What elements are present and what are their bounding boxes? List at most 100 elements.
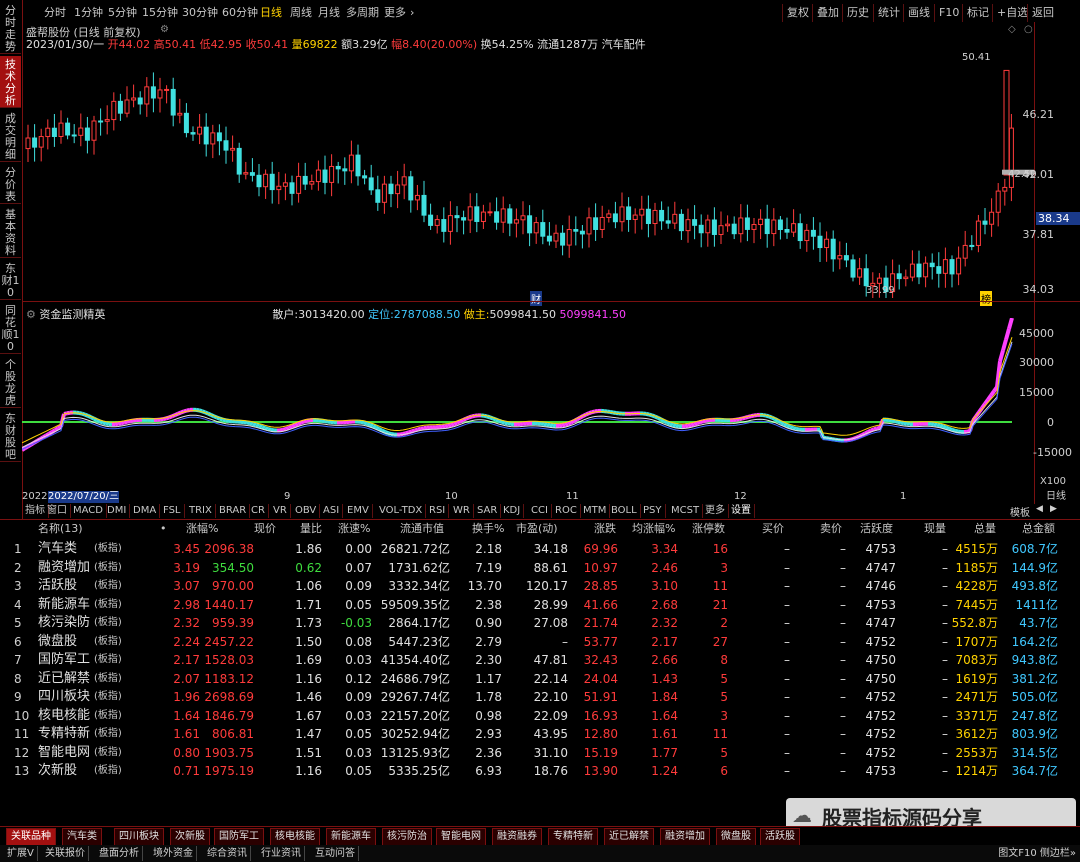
info-tab-1[interactable]: 关联报价: [42, 846, 89, 861]
indicator-tab-13[interactable]: VOL-TDX: [376, 504, 427, 518]
col-change[interactable]: 涨幅%: [186, 520, 218, 538]
table-row[interactable]: 9 四川板块 (板指) 1.96 2698.69 1.46 0.09 29267.74亿 1.7…: [0, 688, 1080, 707]
indicator-tab-21[interactable]: BOLL: [608, 504, 641, 518]
table-row[interactable]: 1 汽车类 (板指) 3.45 2096.38 1.86 0.00 26821.72亿 2.18…: [0, 540, 1080, 559]
info-tab-3[interactable]: 境外资金: [150, 846, 197, 861]
related-tab-14[interactable]: 活跃股: [760, 828, 800, 846]
back-button[interactable]: 返回: [1027, 4, 1058, 22]
table-row[interactable]: 11 专精特新 (板指) 1.61 806.81 1.47 0.05 30252.94亿 2.9…: [0, 725, 1080, 744]
template-button[interactable]: 模板: [1010, 504, 1030, 519]
tab-profile[interactable]: 基本资料: [0, 206, 21, 258]
related-tab-0[interactable]: 关联品种: [6, 828, 56, 846]
indicator-tab-15[interactable]: WR: [450, 504, 474, 518]
related-tab-5[interactable]: 核电核能: [270, 828, 320, 846]
table-row[interactable]: 4 新能源车 (板指) 2.98 1440.17 1.71 0.05 59509.35亿 2.3…: [0, 596, 1080, 615]
indicator-tab-14[interactable]: RSI: [426, 504, 450, 518]
tab-forum[interactable]: 东财股吧: [0, 410, 21, 462]
indicator-tab-18[interactable]: CCI: [528, 504, 552, 518]
f10-button[interactable]: F10: [934, 4, 963, 22]
col-ask[interactable]: 卖价: [820, 520, 842, 538]
col-price[interactable]: 现价: [254, 520, 276, 538]
info-tab-2[interactable]: 盘面分析: [96, 846, 143, 861]
indicator-tab-16[interactable]: SAR: [474, 504, 502, 518]
indicator-tab-9[interactable]: VR: [270, 504, 291, 518]
period-15m[interactable]: 15分钟: [142, 4, 178, 22]
indicator-tab-5[interactable]: FSL: [160, 504, 185, 518]
table-row[interactable]: 2 融资增加 (板指) 3.19 354.50 0.62 0.07 1731.62亿 7.19 8…: [0, 559, 1080, 578]
table-row[interactable]: 10 核电核能 (板指) 1.64 1846.79 1.67 0.03 22157.20亿 0.…: [0, 707, 1080, 726]
col-float-cap[interactable]: 流通市值: [400, 520, 444, 538]
col-name[interactable]: 名称(13): [38, 520, 83, 538]
indicator-tab-8[interactable]: CR: [248, 504, 269, 518]
stats-button[interactable]: 统计: [873, 4, 904, 22]
f10-sidebar-link[interactable]: 图文F10 侧边栏»: [998, 846, 1076, 861]
info-tab-4[interactable]: 综合资讯: [204, 846, 251, 861]
indicator-tab-22[interactable]: PSY: [640, 504, 666, 518]
indicator-tab-2[interactable]: MACD: [70, 504, 107, 518]
table-row[interactable]: 8 近已解禁 (板指) 2.07 1183.12 1.16 0.12 24686.79亿 1.1…: [0, 670, 1080, 689]
period-daily[interactable]: 日线: [260, 4, 282, 22]
indicator-tab-6[interactable]: TRIX: [186, 504, 216, 518]
related-tab-11[interactable]: 近已解禁: [604, 828, 654, 846]
related-tab-3[interactable]: 次新股: [170, 828, 210, 846]
related-tab-6[interactable]: 新能源车: [326, 828, 376, 846]
indicator-tab-10[interactable]: OBV: [292, 504, 321, 518]
ranking-event-marker[interactable]: 榜: [980, 291, 992, 306]
tab-dragon-tiger[interactable]: 个股龙虎: [0, 356, 21, 408]
indicator-tab-23[interactable]: MCST: [668, 504, 704, 518]
settings-icon[interactable]: ⚙: [160, 24, 169, 35]
period-monthly[interactable]: 月线: [318, 4, 340, 22]
circle-icon[interactable]: ○: [1024, 24, 1033, 35]
related-tab-13[interactable]: 微盘股: [716, 828, 756, 846]
related-tab-12[interactable]: 融资增加: [660, 828, 710, 846]
period-multi[interactable]: 多周期: [346, 4, 379, 22]
related-tab-2[interactable]: 四川板块: [114, 828, 164, 846]
table-row[interactable]: 12 智能电网 (板指) 0.80 1903.75 1.51 0.03 13125.93亿 2.…: [0, 744, 1080, 763]
info-tab-6[interactable]: 互动问答: [312, 846, 359, 861]
diamond-icon[interactable]: ◇: [1008, 24, 1016, 35]
col-avg-change[interactable]: 均涨幅%: [632, 520, 675, 538]
col-bid[interactable]: 买价: [762, 520, 784, 538]
table-row[interactable]: 7 国防军工 (板指) 2.17 1528.03 1.69 0.03 41354.40亿 2.3…: [0, 651, 1080, 670]
col-activity[interactable]: 活跃度: [860, 520, 893, 538]
indicator-tab-24[interactable]: 更多: [702, 504, 729, 518]
col-total-amount[interactable]: 总金额: [1022, 520, 1055, 538]
arrow-left-icon[interactable]: ◀: [1036, 504, 1043, 514]
period-more[interactable]: 更多: [384, 4, 406, 22]
overlay-button[interactable]: 叠加: [812, 4, 843, 22]
col-cur-vol[interactable]: 现量: [924, 520, 946, 538]
indicator-tab-1[interactable]: 窗口: [44, 504, 71, 518]
indicator-tab-25[interactable]: 设置: [728, 504, 755, 518]
col-vol-ratio[interactable]: 量比: [300, 520, 322, 538]
table-row[interactable]: 6 微盘股 (板指) 2.24 2457.22 1.50 0.08 5447.23亿 2.79 –…: [0, 633, 1080, 652]
indicator-tab-3[interactable]: DMI: [104, 504, 131, 518]
col-limit-up[interactable]: 涨停数: [692, 520, 725, 538]
indicator-tab-17[interactable]: KDJ: [500, 504, 525, 518]
info-tab-5[interactable]: 行业资讯: [258, 846, 305, 861]
table-row[interactable]: 5 核污染防 (板指) 2.32 959.39 1.73 -0.03 2864.17亿 0.90…: [0, 614, 1080, 633]
mark-button[interactable]: 标记: [962, 4, 993, 22]
col-pe[interactable]: 市盈(动): [516, 520, 558, 538]
indicator-tab-12[interactable]: EMV: [344, 504, 373, 518]
related-tab-9[interactable]: 融资融券: [492, 828, 542, 846]
indicator-tab-20[interactable]: MTM: [580, 504, 611, 518]
related-tab-8[interactable]: 智能电网: [436, 828, 486, 846]
related-tab-4[interactable]: 国防军工: [214, 828, 264, 846]
tab-ths10[interactable]: 同花顺10: [0, 302, 21, 354]
indicator-tab-11[interactable]: ASI: [320, 504, 344, 518]
draw-button[interactable]: 画线: [903, 4, 934, 22]
history-button[interactable]: 历史: [842, 4, 873, 22]
related-tab-10[interactable]: 专精特新: [548, 828, 598, 846]
indicator-tab-7[interactable]: BRAR: [216, 504, 251, 518]
tab-price-table[interactable]: 分价表: [0, 164, 21, 204]
period-5m[interactable]: 5分钟: [108, 4, 137, 22]
period-weekly[interactable]: 周线: [290, 4, 312, 22]
adjust-button[interactable]: 复权: [782, 4, 813, 22]
period-60m[interactable]: 60分钟: [222, 4, 258, 22]
info-tab-0[interactable]: 扩展V: [4, 846, 38, 861]
indicator-tab-4[interactable]: DMA: [130, 504, 161, 518]
table-row[interactable]: 13 次新股 (板指) 0.71 1975.19 1.16 0.05 5335.25亿 6.93…: [0, 762, 1080, 781]
col-change-abs[interactable]: 涨跌: [594, 520, 616, 538]
tab-intraday[interactable]: 分时走势: [0, 2, 21, 54]
period-1m[interactable]: 1分钟: [74, 4, 103, 22]
